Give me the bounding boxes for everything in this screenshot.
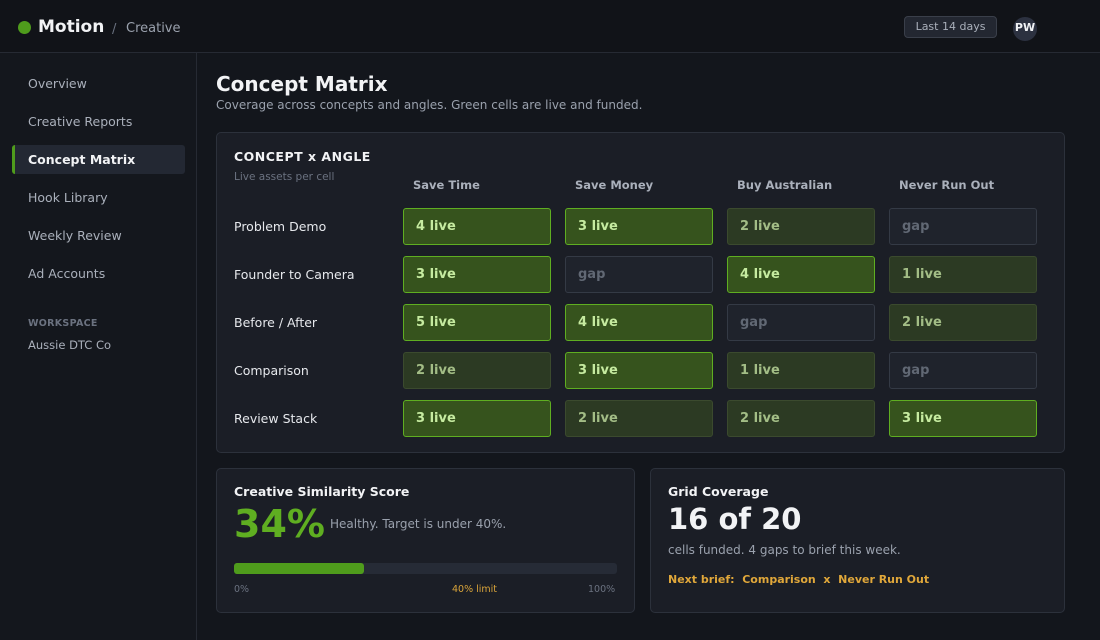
workspace-name[interactable]: Aussie DTC Co: [28, 338, 111, 352]
matrix-cell-gap[interactable]: gap: [565, 256, 713, 293]
matrix-cell-live[interactable]: 4 live: [565, 304, 713, 341]
matrix-cell-live[interactable]: 3 live: [403, 256, 551, 293]
matrix-title: CONCEPT x ANGLE: [234, 149, 371, 164]
coverage-note: cells funded. 4 gaps to brief this week.: [668, 543, 901, 557]
row-label: Before / After: [234, 315, 318, 330]
page-subtitle: Coverage across concepts and angles. Gre…: [216, 98, 643, 112]
workspace-label: WORKSPACE: [28, 318, 98, 329]
column-header-never-run-out: Never Run Out: [899, 178, 995, 192]
grid-coverage-card: Grid Coverage 16 of 20 cells funded. 4 g…: [650, 468, 1065, 613]
matrix-cell-live[interactable]: 3 live: [889, 400, 1037, 437]
next-brief[interactable]: Next brief: Comparison x Never Run Out: [668, 573, 929, 586]
row-label: Comparison: [234, 363, 309, 378]
sidebar-item-ad-accounts[interactable]: Ad Accounts: [12, 259, 185, 288]
similarity-progress-fill: [234, 563, 365, 574]
avatar[interactable]: PW: [1013, 17, 1037, 41]
coverage-title: Grid Coverage: [668, 484, 769, 499]
matrix-cell-live[interactable]: 1 live: [889, 256, 1037, 293]
breadcrumb-separator: /: [112, 22, 117, 37]
matrix-cell-live[interactable]: 2 live: [403, 352, 551, 389]
column-header-buy-australian: Buy Australian: [737, 178, 833, 192]
matrix-subtitle: Live assets per cell: [234, 171, 335, 183]
tick-limit: 40% limit: [452, 584, 498, 595]
matrix-cell-live[interactable]: 2 live: [727, 208, 875, 245]
sidebar-item-overview[interactable]: Overview: [12, 69, 185, 98]
top-bar: Motion / Creative Last 14 days PW: [0, 0, 1100, 53]
matrix-cell-live[interactable]: 4 live: [403, 208, 551, 245]
similarity-score-card: Creative Similarity Score 34% Healthy. T…: [216, 468, 635, 613]
similarity-progress-track: [234, 563, 617, 574]
sidebar: Overview Creative Reports Concept Matrix…: [0, 53, 197, 640]
sidebar-item-hook-library[interactable]: Hook Library: [12, 183, 185, 212]
brand-name[interactable]: Motion: [38, 17, 104, 37]
similarity-title: Creative Similarity Score: [234, 484, 410, 499]
logo-icon: [18, 21, 31, 34]
tick-min: 0%: [234, 584, 250, 595]
concept-matrix-panel: CONCEPT x ANGLE Live assets per cell Sav…: [216, 132, 1065, 453]
row-label: Founder to Camera: [234, 267, 355, 282]
matrix-cell-live[interactable]: 2 live: [727, 400, 875, 437]
page-title: Concept Matrix: [216, 72, 388, 96]
sidebar-item-concept-matrix[interactable]: Concept Matrix: [12, 145, 185, 174]
matrix-cell-live[interactable]: 3 live: [565, 208, 713, 245]
column-header-save-money: Save Money: [575, 178, 654, 192]
similarity-value: 34%: [234, 502, 325, 546]
matrix-cell-live[interactable]: 2 live: [565, 400, 713, 437]
similarity-note: Healthy. Target is under 40%.: [330, 517, 507, 531]
sidebar-item-creative-reports[interactable]: Creative Reports: [12, 107, 185, 136]
matrix-cell-gap[interactable]: gap: [889, 352, 1037, 389]
matrix-cell-live[interactable]: 3 live: [403, 400, 551, 437]
sidebar-item-weekly-review[interactable]: Weekly Review: [12, 221, 185, 250]
row-label: Review Stack: [234, 411, 318, 426]
matrix-cell-live[interactable]: 5 live: [403, 304, 551, 341]
matrix-cell-gap[interactable]: gap: [889, 208, 1037, 245]
matrix-cell-live[interactable]: 3 live: [565, 352, 713, 389]
tick-max: 100%: [588, 584, 616, 595]
row-label: Problem Demo: [234, 219, 327, 234]
matrix-cell-live[interactable]: 4 live: [727, 256, 875, 293]
matrix-cell-live[interactable]: 2 live: [889, 304, 1037, 341]
column-header-save-time: Save Time: [413, 178, 480, 192]
breadcrumb[interactable]: Creative: [126, 21, 181, 36]
matrix-cell-live[interactable]: 1 live: [727, 352, 875, 389]
date-range-button[interactable]: Last 14 days: [904, 16, 997, 38]
coverage-value: 16 of 20: [668, 502, 802, 536]
matrix-cell-gap[interactable]: gap: [727, 304, 875, 341]
